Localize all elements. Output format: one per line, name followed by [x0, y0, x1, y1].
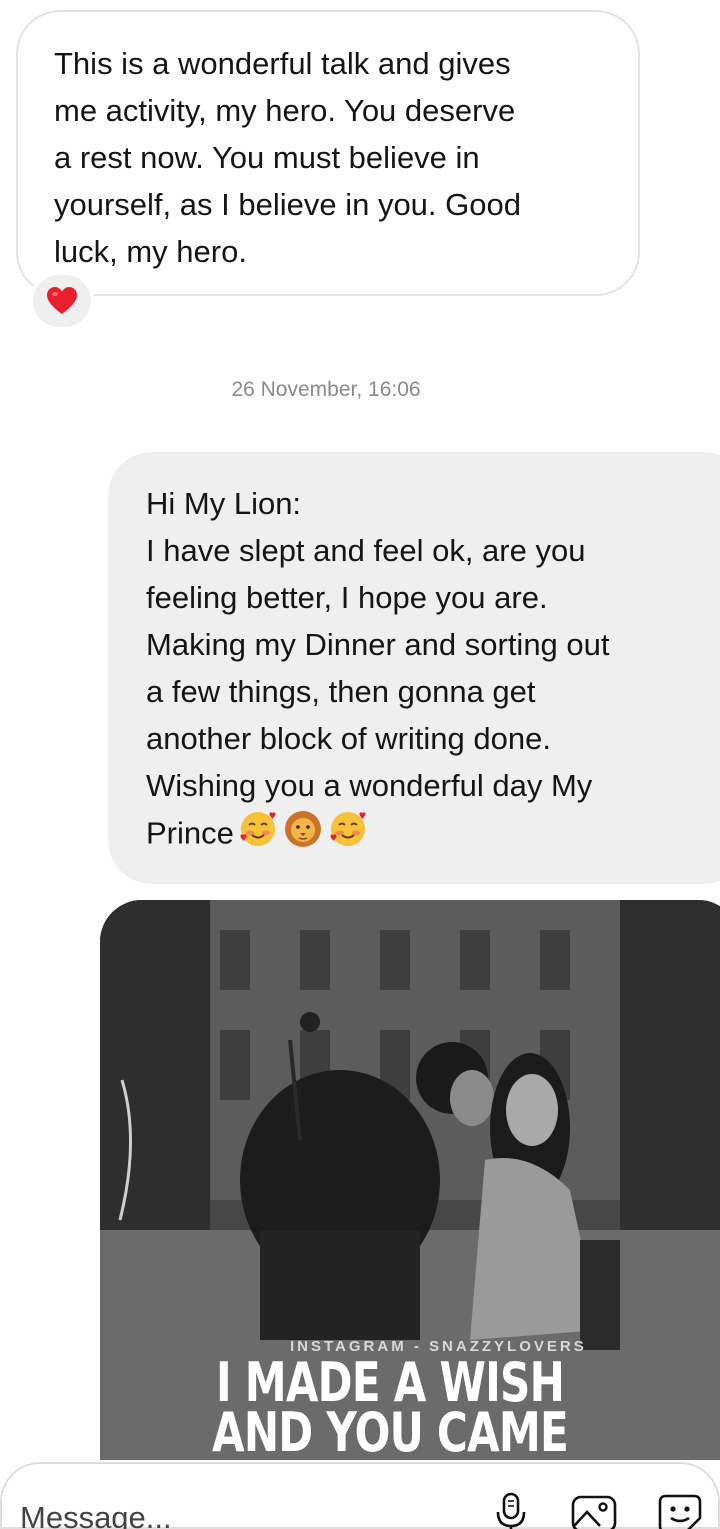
message-text: Prince — [146, 815, 234, 851]
message-text-line: I have slept and feel ok, are you — [146, 533, 586, 568]
gallery-icon[interactable] — [570, 1492, 618, 1529]
message-timestamp: 26 November, 16:06 — [231, 378, 421, 401]
microphone-icon[interactable] — [492, 1492, 532, 1529]
smiling-face-with-hearts-icon — [328, 809, 368, 862]
message-text-line: another block of writing done. — [146, 721, 551, 756]
sticker-icon[interactable] — [656, 1492, 704, 1529]
shared-image-message[interactable]: INSTAGRAM - SNAZZYLOVERS I MADE A WISH A… — [100, 900, 720, 1460]
message-text-line: a rest now. You must believe in — [54, 140, 480, 175]
message-text-line: Making my Dinner and sorting out — [146, 627, 610, 662]
outgoing-message-bubble[interactable]: Hi My Lion: I have slept and feel ok, ar… — [108, 452, 720, 884]
message-text-line: Wishing you a wonderful day My — [146, 768, 593, 803]
image-caption-line: AND YOU CAME TRUE — [212, 1401, 569, 1461]
message-input[interactable] — [20, 1498, 450, 1529]
message-text-line: luck, my hero. — [54, 234, 247, 269]
message-composer — [0, 1462, 720, 1529]
reaction-badge[interactable] — [30, 272, 94, 330]
incoming-message-bubble[interactable]: This is a wonderful talk and gives me ac… — [16, 10, 640, 296]
message-text-line: Hi My Lion: — [146, 486, 302, 521]
smiling-face-with-hearts-icon — [238, 809, 278, 862]
message-text-line: me activity, my hero. You deserve — [54, 93, 516, 128]
message-text-line: feeling better, I hope you are. — [146, 580, 548, 615]
message-text-line: yourself, as I believe in you. Good — [54, 187, 521, 222]
message-text-line-last: Prince — [146, 809, 720, 862]
heart-icon — [47, 287, 77, 314]
image-caption: I MADE A WISH AND YOU CAME TRUE — [164, 1356, 616, 1461]
message-text-line: a few things, then gonna get — [146, 674, 536, 709]
lion-face-icon — [282, 809, 324, 862]
message-text-line: This is a wonderful talk and gives — [54, 46, 511, 81]
